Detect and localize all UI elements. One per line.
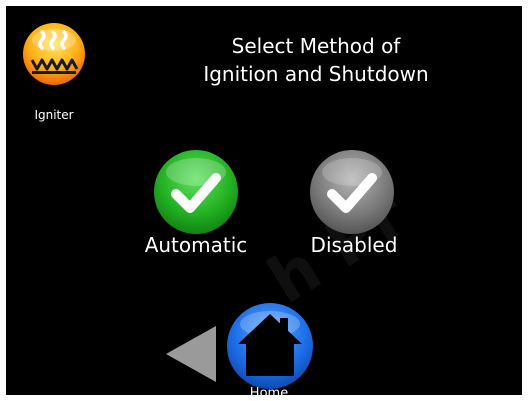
home-label: Home xyxy=(249,386,289,395)
igniter-icon xyxy=(22,22,86,86)
igniter-settings-screen: h Pr Igniter Select Method of Ignition a… xyxy=(6,6,522,395)
automatic-label: Automatic xyxy=(144,233,248,257)
title-line-1: Select Method of xyxy=(231,34,401,58)
checkmark-icon xyxy=(310,150,394,234)
back-button[interactable] xyxy=(162,322,222,386)
page-title: Select Method of Ignition and Shutdown xyxy=(156,32,476,88)
back-arrow-icon xyxy=(166,326,216,382)
home-button[interactable] xyxy=(224,302,316,392)
title-line-2: Ignition and Shutdown xyxy=(203,62,429,86)
checkmark-icon xyxy=(154,150,238,234)
automatic-button[interactable] xyxy=(152,148,240,236)
disabled-button[interactable] xyxy=(308,148,396,236)
igniter-label: Igniter xyxy=(34,108,74,122)
home-icon xyxy=(227,303,313,389)
disabled-label: Disabled xyxy=(310,233,398,257)
